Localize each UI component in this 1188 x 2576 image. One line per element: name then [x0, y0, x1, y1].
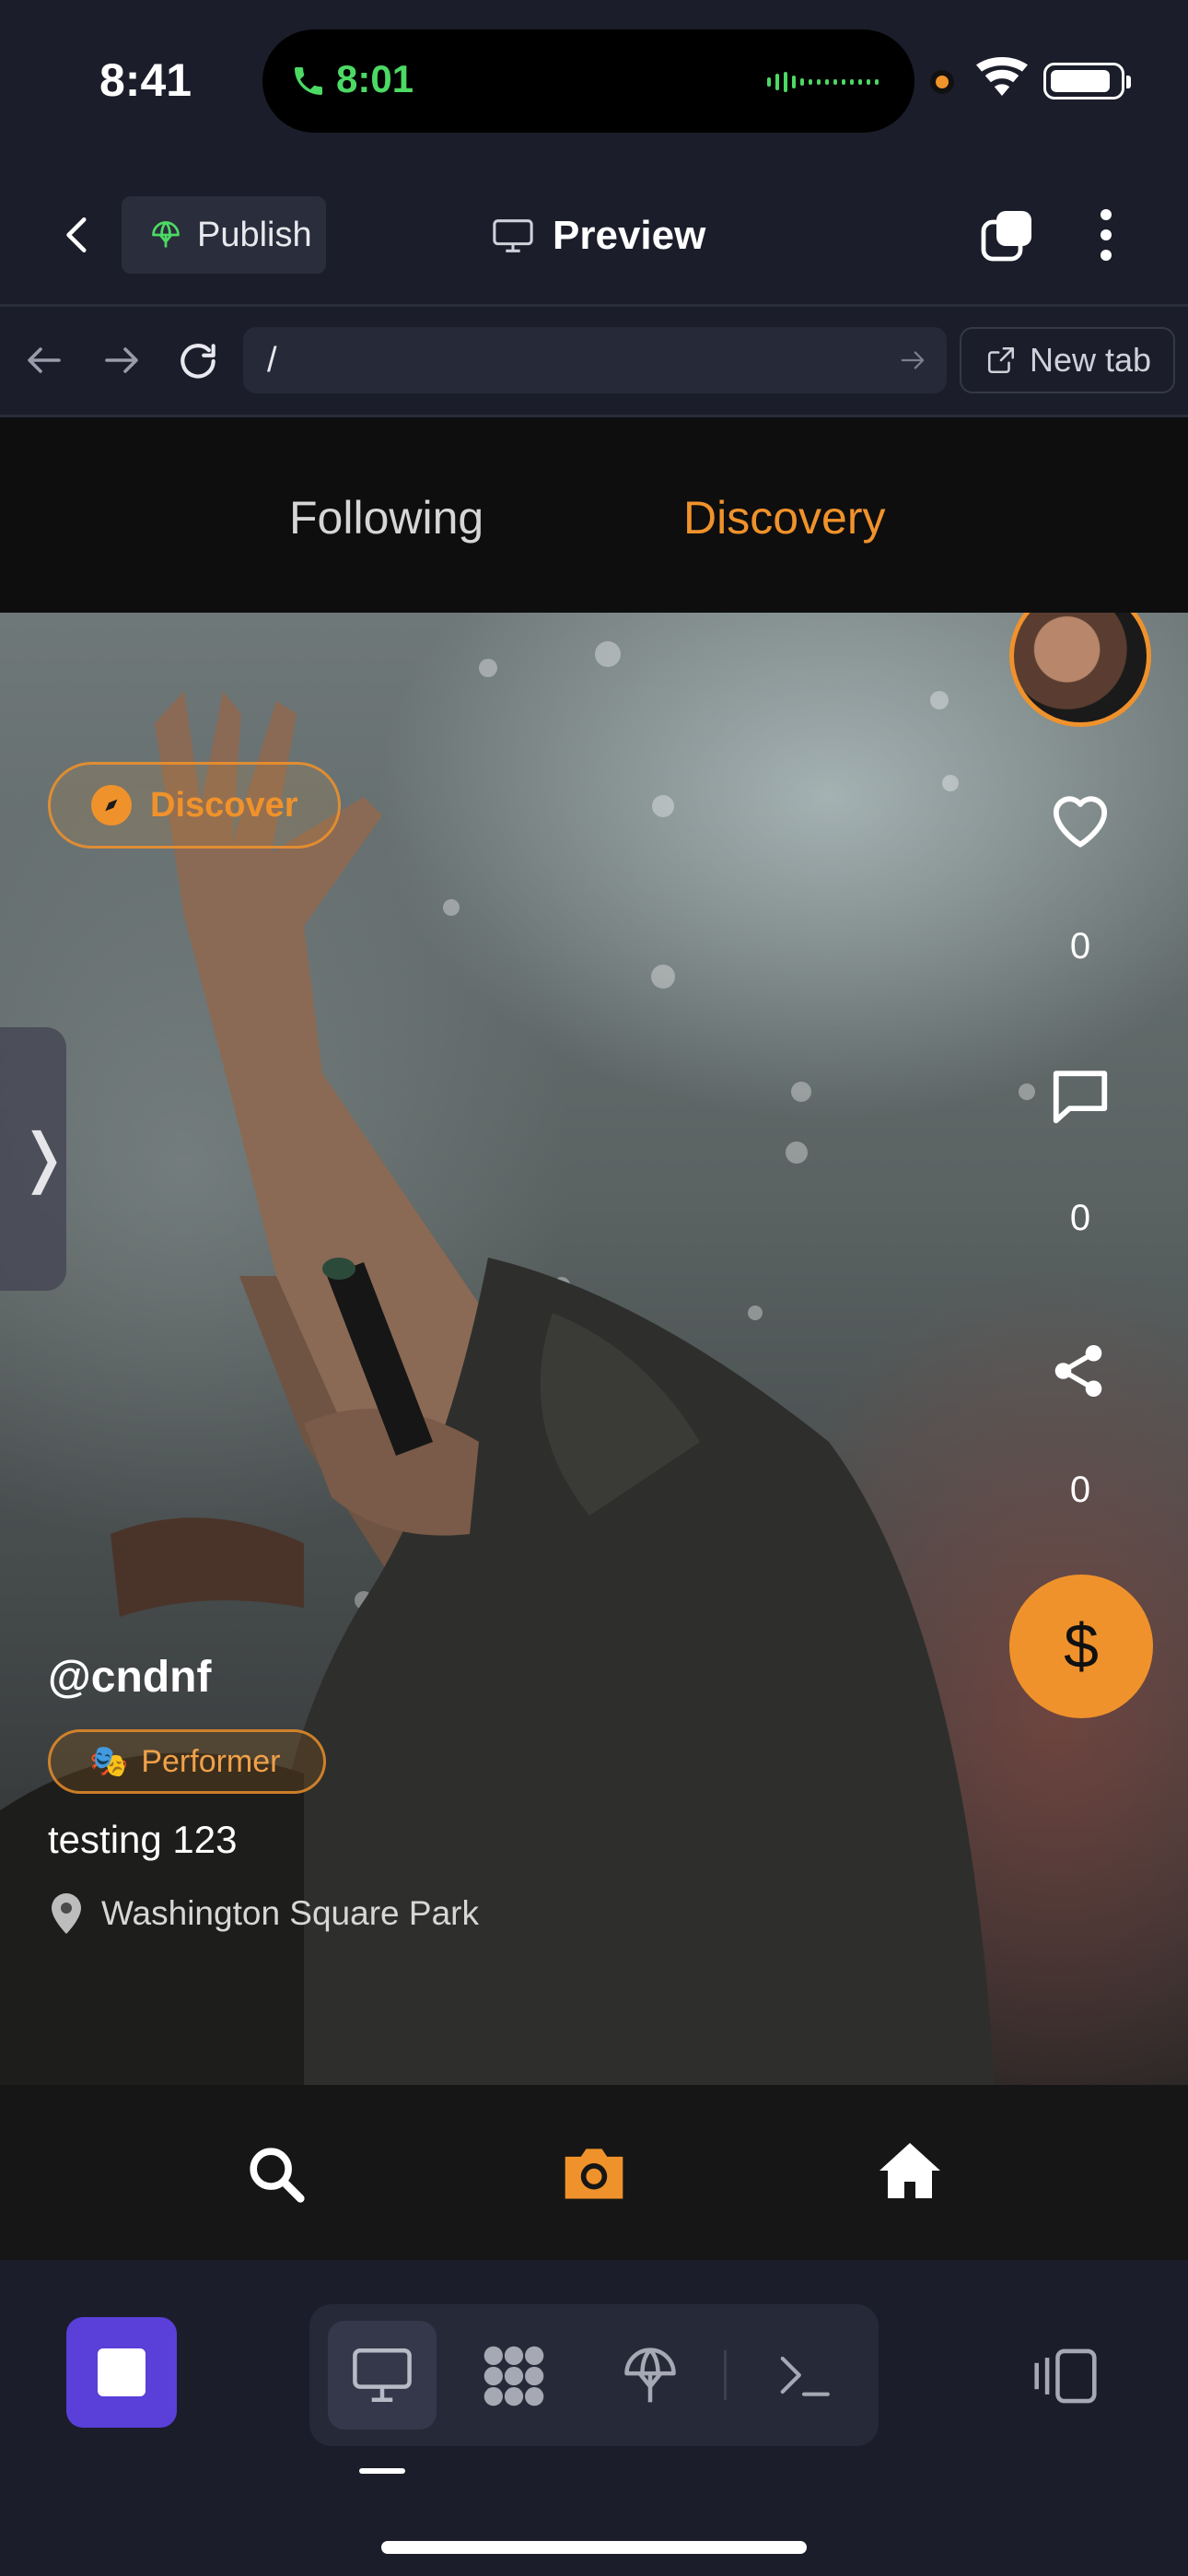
go-arrow-icon[interactable]	[897, 347, 928, 373]
terminal-icon[interactable]	[775, 2347, 833, 2404]
comment-icon[interactable]	[1048, 1066, 1112, 1127]
role-label: Performer	[141, 1743, 281, 1779]
clock: 8:41	[99, 54, 192, 106]
app-header: Publish Preview	[0, 170, 1188, 299]
system-dock	[0, 2260, 1188, 2576]
publish-umbrella-icon[interactable]	[619, 2341, 681, 2411]
publish-button[interactable]: Publish	[122, 196, 326, 274]
publish-label: Publish	[197, 215, 312, 254]
camera-icon[interactable]	[560, 2142, 628, 2203]
integrations-icon[interactable]	[479, 2341, 549, 2411]
video-post[interactable]: Discover ❭ 0 0 0 $ @cndnf 🎭 Performer te…	[0, 613, 1188, 2085]
like-heart-icon[interactable]	[1048, 790, 1112, 849]
active-tab-indicator	[359, 2468, 405, 2474]
tab-following[interactable]: Following	[289, 491, 483, 544]
tabs-switcher-icon[interactable]	[980, 207, 1035, 263]
battery-icon	[1043, 63, 1131, 100]
reload-icon[interactable]	[175, 338, 221, 384]
desktop-icon	[353, 2348, 412, 2403]
privacy-indicator-icon	[930, 70, 954, 94]
discover-chip[interactable]: Discover	[48, 762, 341, 849]
call-duration: 8:01	[336, 57, 414, 100]
search-icon[interactable]	[244, 2142, 309, 2207]
monitor-icon	[493, 219, 533, 252]
comment-count: 0	[1069, 1198, 1091, 1238]
feed-tab-bar: Following Discovery	[0, 417, 1188, 613]
share-count: 0	[1069, 1469, 1091, 1510]
more-options-icon[interactable]	[1092, 207, 1120, 263]
role-badge: 🎭 Performer	[48, 1729, 326, 1794]
location-pin-icon	[52, 1893, 81, 1934]
like-count: 0	[1069, 926, 1091, 966]
dynamic-island-call[interactable]: 8:01	[262, 29, 914, 133]
browser-forward-icon[interactable]	[99, 342, 144, 379]
dock-preview-tab[interactable]	[328, 2321, 437, 2430]
preview-label: Preview	[553, 213, 706, 258]
external-link-icon	[987, 346, 1015, 374]
phone-icon	[295, 67, 322, 95]
app-bottom-nav	[0, 2085, 1188, 2260]
tip-button[interactable]: $	[1009, 1575, 1153, 1718]
browser-toolbar: / New tab	[0, 307, 1188, 415]
side-drawer-handle[interactable]: ❭	[0, 1027, 71, 1291]
post-caption: testing 123	[48, 1818, 238, 1861]
url-field[interactable]: /	[243, 327, 947, 393]
audio-waveform-icon	[767, 72, 879, 92]
dock-tool-group	[309, 2304, 879, 2446]
preview-toggle[interactable]: Preview	[492, 213, 705, 259]
wifi-icon	[976, 57, 1028, 96]
new-tab-button[interactable]: New tab	[960, 327, 1175, 393]
share-icon[interactable]	[1048, 1341, 1109, 1401]
chevron-right-icon: ❭	[17, 1121, 71, 1193]
browser-back-icon[interactable]	[22, 342, 66, 379]
back-chevron-icon[interactable]	[55, 207, 101, 263]
home-icon[interactable]	[877, 2140, 943, 2201]
theater-masks-icon: 🎭	[89, 1744, 129, 1779]
post-location[interactable]: Washington Square Park	[52, 1893, 479, 1934]
url-text: /	[267, 341, 277, 380]
home-indicator[interactable]	[381, 2541, 807, 2554]
stop-button[interactable]	[66, 2317, 177, 2428]
compass-icon	[91, 785, 132, 825]
publish-umbrella-icon	[152, 221, 180, 248]
dollar-icon: $	[1064, 1611, 1099, 1681]
new-tab-label: New tab	[1030, 341, 1152, 379]
side-panel-toggle-icon[interactable]	[1031, 2347, 1100, 2406]
tab-discovery[interactable]: Discovery	[683, 491, 885, 544]
discover-chip-label: Discover	[150, 785, 298, 825]
location-label: Washington Square Park	[101, 1894, 479, 1932]
status-bar: 8:41 8:01	[0, 0, 1188, 161]
post-username[interactable]: @cndnf	[48, 1652, 211, 1703]
dock-divider	[724, 2350, 727, 2400]
